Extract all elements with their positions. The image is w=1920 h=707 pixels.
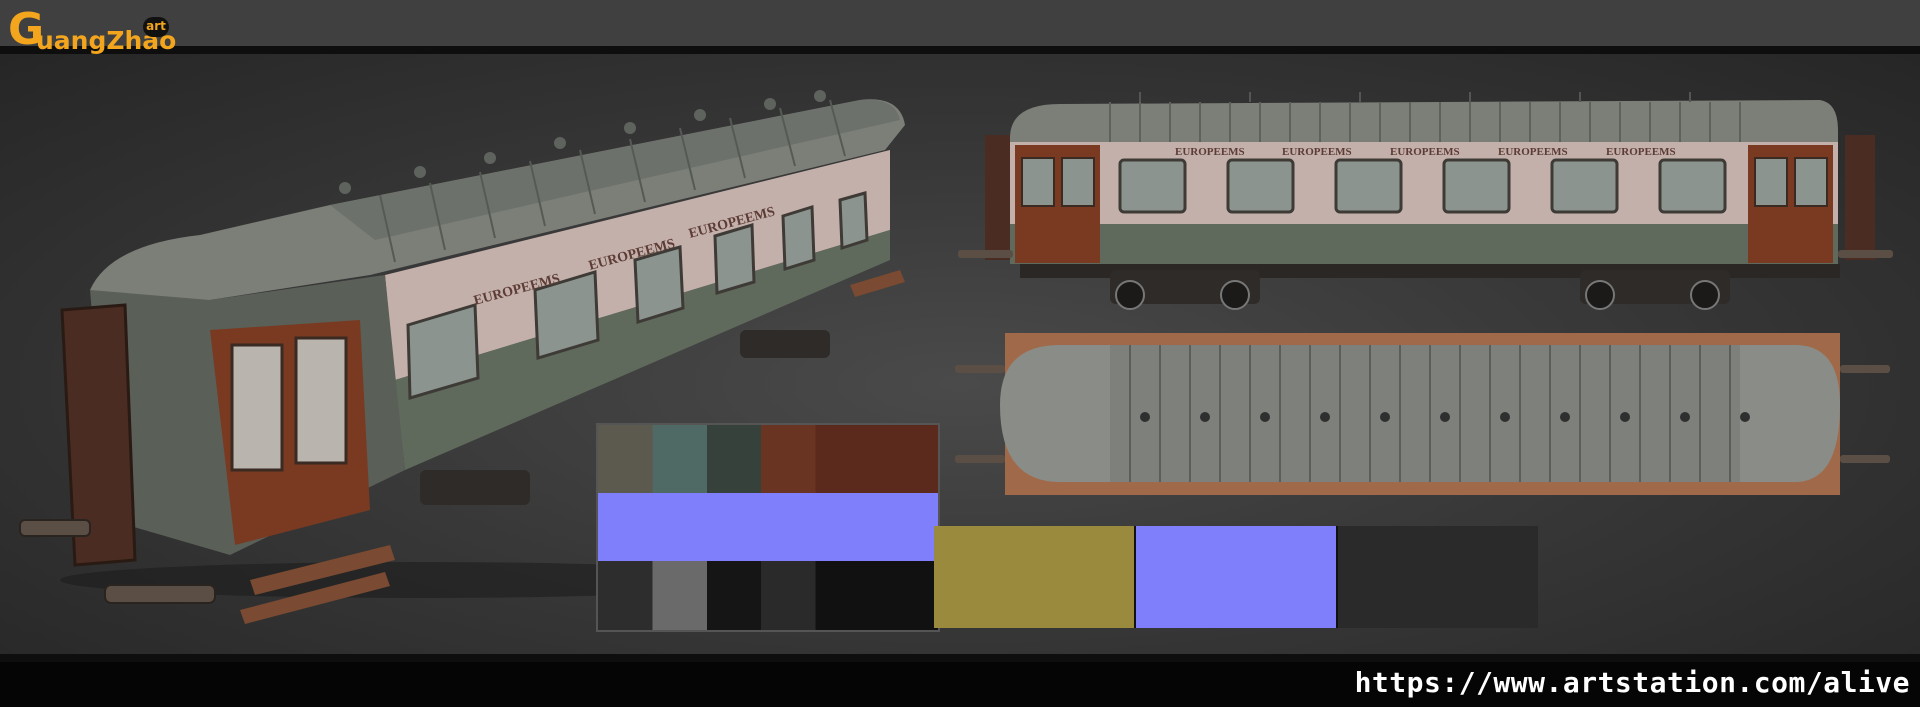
texture-atlas-secondary — [934, 526, 1538, 628]
roughness-tile — [1338, 526, 1538, 628]
albedo-row — [598, 425, 938, 493]
artstation-link[interactable]: https://www.artstation.com/alive — [1355, 666, 1910, 699]
normal-tile — [1136, 526, 1336, 628]
texture-atlas-main — [596, 423, 940, 632]
roughness-row — [598, 561, 938, 630]
normal-row — [598, 493, 938, 561]
albedo-tile — [934, 526, 1134, 628]
